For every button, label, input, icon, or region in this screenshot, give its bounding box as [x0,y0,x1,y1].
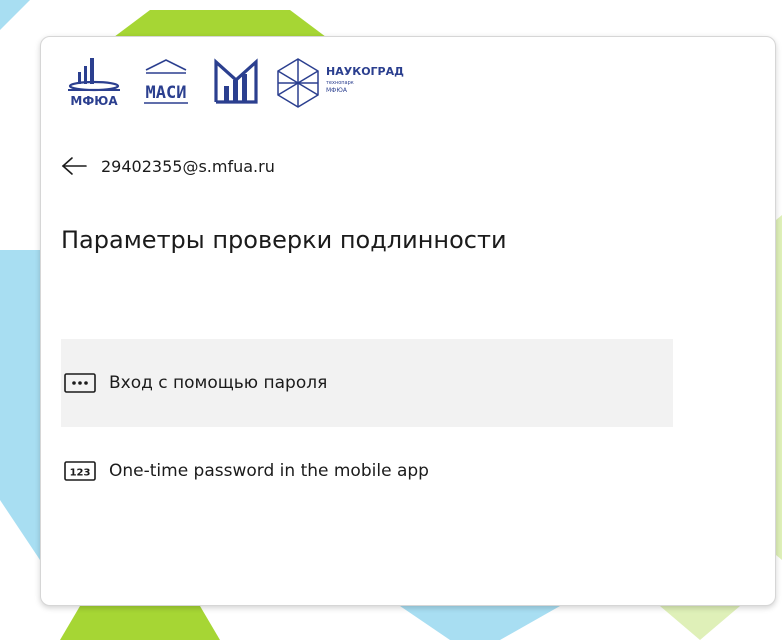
masi-logo-text: МАСИ [146,83,187,103]
naukograd-subtitle-2: МФЮА [326,87,348,94]
bg-shape-right-green [776,215,782,560]
page-title: Параметры проверки подлинности [61,226,507,254]
otp-123-icon: 123 [64,461,96,481]
bg-shape-bottom-left-green [60,606,220,640]
option-password-label: Вход с помощью пароля [109,373,328,393]
bg-shape-bottom-mid-cyan [400,606,560,640]
naukograd-logo: НАУКОГРАД технопарк МФЮА [277,58,404,108]
masi-logo: МАСИ [144,59,188,104]
mfua-logo-text: МФЮА [70,94,118,108]
bg-shape-left-cyan [0,250,40,560]
bg-shape-bottom-right-green [660,606,740,640]
auth-card [40,36,776,606]
bg-shape-top-left [0,0,30,30]
option-otp-label: One-time password in the mobile app [109,461,429,481]
mfua-logo: МФЮА [68,58,120,108]
identity-row: 29402355@s.mfua.ru [61,152,275,180]
password-dots-icon [64,373,96,393]
option-password-signin[interactable]: Вход с помощью пароля [61,339,673,427]
account-email: 29402355@s.mfua.ru [101,156,275,176]
naukograd-subtitle: технопарк [326,80,354,86]
back-arrow-icon[interactable] [61,156,87,176]
m-block-logo [214,58,258,104]
otp-icon-text: 123 [70,468,91,479]
naukograd-title: НАУКОГРАД [326,65,404,78]
option-mobile-otp[interactable]: 123 One-time password in the mobile app [61,427,673,515]
